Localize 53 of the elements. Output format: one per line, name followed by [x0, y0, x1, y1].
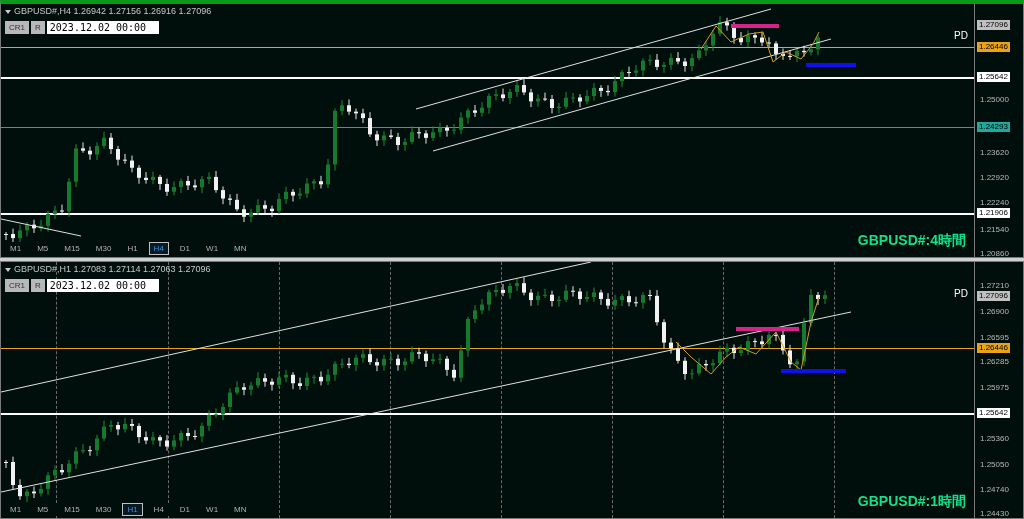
axis-tick-label: 1.23620	[980, 148, 1009, 158]
timeframe-button[interactable]: M30	[90, 503, 117, 516]
price-tag: 1.27096	[977, 20, 1010, 30]
chart-title: GBPUSD#:1時間	[857, 492, 966, 511]
axis-tick-label: 1.24430	[980, 509, 1009, 519]
chart-button[interactable]: CR1	[5, 278, 29, 292]
timeframe-button[interactable]: M30	[90, 242, 117, 255]
price-tag: 1.26446	[977, 343, 1010, 353]
chart-title: GBPUSD#:4時間	[857, 231, 966, 250]
symbol-header: GBPUSD#,H4 1.26942 1.27156 1.26916 1.27096	[14, 5, 212, 18]
axis-tick-label: 1.25360	[980, 434, 1009, 444]
date-field[interactable]: 2023.12.02 00:00	[46, 20, 159, 34]
timeframe-button[interactable]: H4	[148, 242, 169, 255]
axis-tick-label: 1.26595	[980, 333, 1009, 343]
axis-tick-label: 1.22240	[980, 198, 1009, 208]
timeframe-button[interactable]: MN	[229, 503, 252, 516]
chart-button[interactable]: CR1	[5, 20, 29, 34]
price-tag: 1.27096	[977, 291, 1010, 301]
pd-label: PD	[954, 29, 968, 43]
axis-tick-label: 1.24740	[980, 485, 1009, 495]
symbol-header: GBPUSD#,H1 1.27083 1.27114 1.27063 1.27096	[14, 263, 211, 276]
timeframe-button[interactable]: D1	[174, 242, 196, 255]
timeframe-button[interactable]: W1	[201, 242, 224, 255]
timeframe-button[interactable]: D1	[174, 503, 196, 516]
axis-tick-label: 1.21540	[980, 225, 1009, 235]
timeframe-button[interactable]: MN	[229, 242, 252, 255]
chart-button[interactable]: R	[31, 20, 45, 34]
chart-button[interactable]: R	[31, 278, 45, 292]
timeframe-button[interactable]: M5	[32, 503, 54, 516]
axis-tick-label: 1.25975	[980, 383, 1009, 393]
axis-tick-label: 1.25000	[980, 95, 1009, 105]
price-tag: 1.26446	[977, 42, 1010, 52]
timeframe-button[interactable]: M15	[59, 242, 85, 255]
timeframe-button[interactable]: M1	[5, 242, 27, 255]
timeframe-button[interactable]: W1	[201, 503, 224, 516]
timeframe-button[interactable]: H1	[122, 242, 143, 255]
axis-tick-label: 1.26900	[980, 307, 1009, 317]
price-tag: 1.24293	[977, 122, 1010, 132]
timeframe-button[interactable]: M15	[59, 503, 85, 516]
axis-tick-label: 1.26285	[980, 357, 1009, 367]
price-tag: 1.21906	[977, 208, 1010, 218]
price-tag: 1.25642	[977, 408, 1010, 418]
axis-tick-label: 1.27210	[980, 281, 1009, 291]
timeframe-button[interactable]: H4	[148, 503, 169, 516]
axis-tick-label: 1.20860	[980, 249, 1009, 259]
axis-tick-label: 1.22920	[980, 173, 1009, 183]
axis-tick-label: 1.25050	[980, 460, 1009, 470]
timeframe-button[interactable]: H1	[122, 503, 143, 516]
pd-label: PD	[954, 287, 968, 301]
timeframe-button[interactable]: M5	[32, 242, 54, 255]
date-field[interactable]: 2023.12.02 00:00	[46, 278, 159, 292]
price-tag: 1.25642	[977, 72, 1010, 82]
timeframe-button[interactable]: M1	[5, 503, 27, 516]
